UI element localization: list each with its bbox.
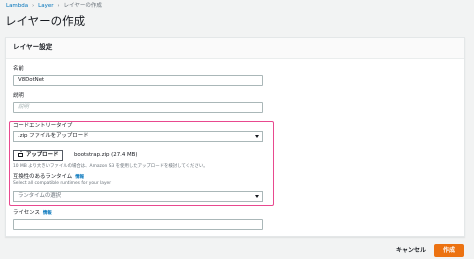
upload-button-label: アップロード — [26, 152, 59, 158]
breadcrumb-current: レイヤーの作成 — [63, 3, 102, 9]
runtimes-placeholder: ランタイムの選択 — [18, 193, 62, 199]
description-label: 説明 — [13, 93, 24, 99]
license-input[interactable] — [13, 219, 263, 230]
breadcrumb-layer[interactable]: Layer — [38, 3, 53, 9]
upload-size-hint: 10 MB より大きいファイルの場合は、Amazon S3 を使用したアップロー… — [13, 164, 208, 169]
upload-icon — [18, 151, 23, 157]
name-label: 名前 — [13, 66, 24, 72]
runtimes-select[interactable]: ランタイムの選択 — [13, 191, 263, 202]
code-entry-label: コードエントリータイプ — [13, 123, 73, 129]
runtimes-label: 互換性のあるランタイム 情報 — [13, 174, 84, 181]
panel-header: レイヤー設定 — [6, 38, 464, 59]
license-info-link[interactable]: 情報 — [43, 211, 52, 216]
create-button[interactable]: 作成 — [434, 244, 464, 257]
uploaded-file-name: bootstrap.zip (27.4 MB) — [74, 152, 138, 158]
caret-down-icon — [255, 135, 259, 138]
panel-title: レイヤー設定 — [13, 43, 53, 51]
license-label: ライセンス 情報 — [13, 210, 52, 217]
page-title: レイヤーの作成 — [5, 14, 86, 28]
layer-settings-panel: レイヤー設定 名前 V8DotNet 説明 説明 コードエントリータイプ .zi… — [5, 37, 465, 237]
license-label-text: ライセンス — [13, 210, 40, 216]
code-entry-type-select[interactable]: .zip ファイルをアップロード — [13, 131, 263, 142]
description-input[interactable]: 説明 — [13, 102, 263, 113]
code-entry-highlight: コードエントリータイプ .zip ファイルをアップロード アップロード boot… — [9, 121, 274, 206]
breadcrumb-lambda[interactable]: Lambda — [6, 3, 28, 9]
chevron-right-icon: › — [32, 3, 35, 9]
upload-button[interactable]: アップロード — [13, 150, 64, 161]
runtimes-label-text: 互換性のあるランタイム — [13, 174, 73, 180]
name-input[interactable]: V8DotNet — [13, 75, 263, 86]
chevron-right-icon: › — [57, 3, 60, 9]
runtimes-info-link[interactable]: 情報 — [75, 175, 84, 180]
runtimes-sublabel: Select all compatible runtimes for your … — [13, 181, 112, 186]
caret-down-icon — [255, 195, 259, 198]
code-entry-type-value: .zip ファイルをアップロード — [18, 133, 89, 139]
cancel-button[interactable]: キャンセル — [396, 246, 426, 256]
breadcrumb: Lambda › Layer › レイヤーの作成 — [6, 2, 102, 10]
